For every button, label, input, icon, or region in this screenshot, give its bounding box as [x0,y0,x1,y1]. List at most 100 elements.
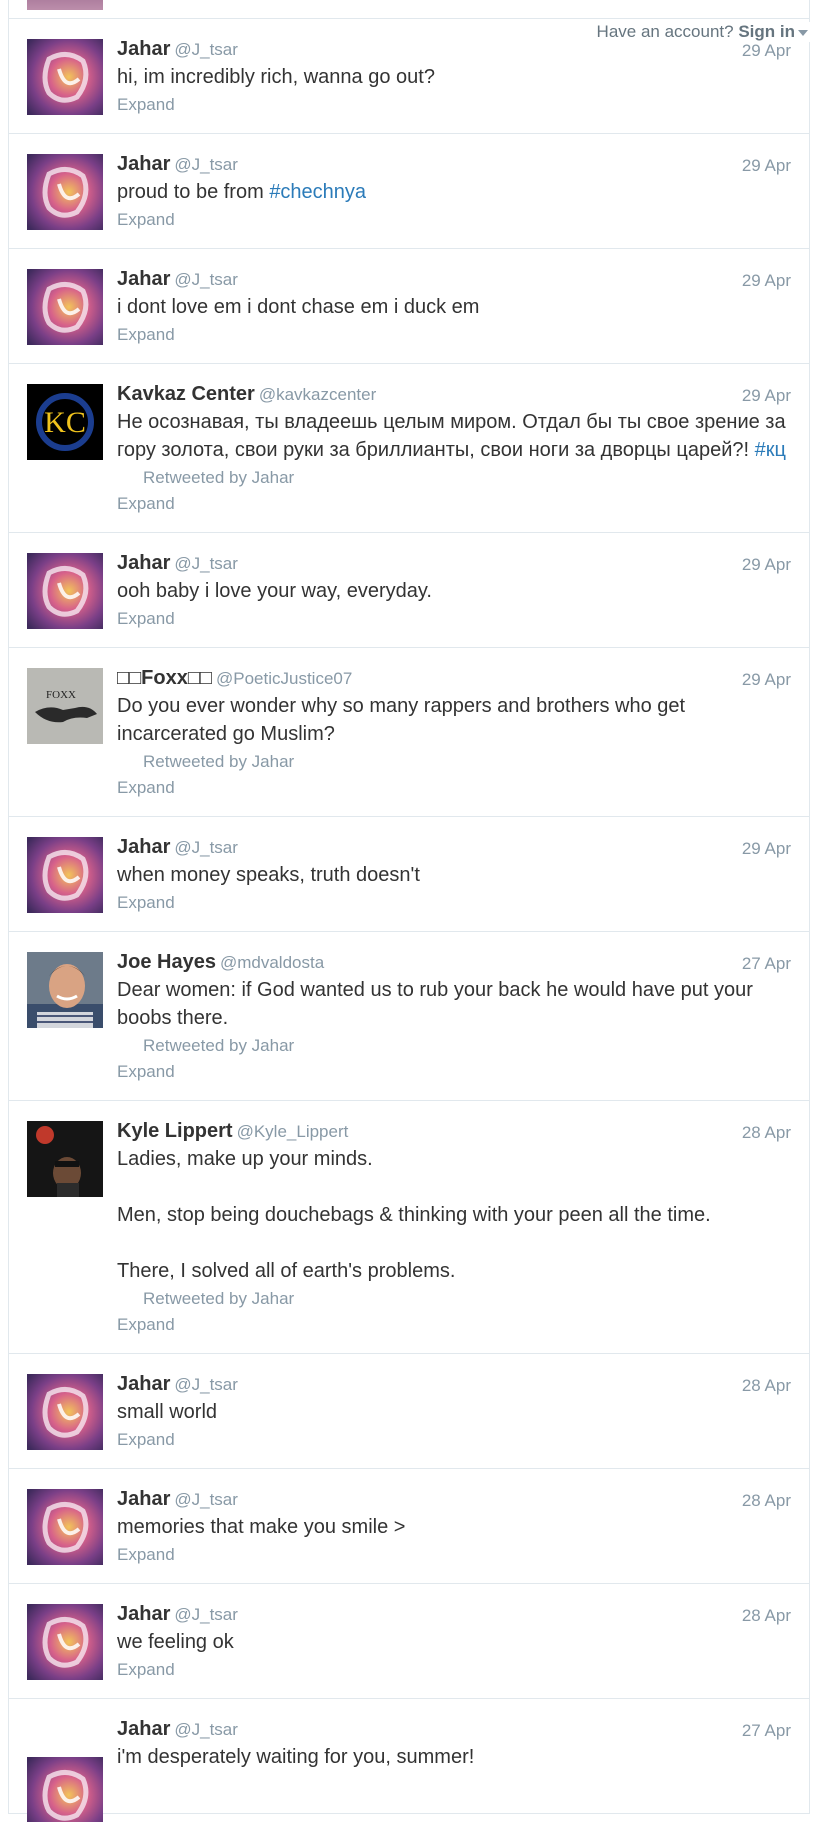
username[interactable]: @J_tsar [174,155,238,174]
tweet-text: memories that make you smile > [117,1516,406,1538]
tweet-text-body: Не осознавая, ты владеешь целым миром. О… [117,411,792,461]
expand-link[interactable]: Expand [117,607,789,631]
fullname[interactable]: Joe Hayes [117,951,216,973]
hashtag-link[interactable]: #кц [755,439,786,461]
username[interactable]: @J_tsar [174,554,238,573]
username[interactable]: @J_tsar [174,1605,238,1624]
tweet-text: ooh baby i love your way, everyday. [117,580,432,602]
retweeted-by: Retweeted by Jahar [143,468,295,487]
tweet-text-body: proud to be from [117,181,270,203]
tweet: 28 Apr Kyle Lippert @Kyle_Lippert Ladies, m… [9,1101,809,1354]
expand-link[interactable]: Expand [117,1060,789,1084]
page: Have an account? Sign in 29 Apr Jahar @J_t… [0,0,818,1822]
tweet-header: □□Foxx□□ @PoeticJustice07 [117,666,789,691]
tweet-text: Do you ever wonder why so many rappers a… [117,695,691,745]
tweet-header: Joe Hayes @mdvaldosta [117,950,789,975]
expand-link[interactable]: Expand [117,208,789,232]
avatar[interactable] [27,1757,103,1822]
tweet-timestamp[interactable]: 29 Apr [742,670,791,690]
tweet-timestamp[interactable]: 28 Apr [742,1376,791,1396]
avatar[interactable] [27,837,103,913]
username[interactable]: @PoeticJustice07 [216,669,352,688]
tweet-text: when money speaks, truth doesn't [117,864,420,886]
expand-link[interactable]: Expand [117,1428,789,1452]
avatar-image [27,553,103,629]
expand-link[interactable]: Expand [117,93,789,117]
tweet-timestamp[interactable]: 27 Apr [742,1721,791,1741]
tweet-timestamp[interactable]: 29 Apr [742,156,791,176]
avatar[interactable] [27,952,103,1028]
sign-in-link[interactable]: Sign in [738,22,795,41]
tweet: 28 Apr Jahar @J_tsarwe feeling ok Expand [9,1584,809,1699]
svg-text:FOXX: FOXX [46,689,76,701]
fullname[interactable]: Kavkaz Center [117,383,255,405]
fullname[interactable]: Jahar [117,1603,170,1625]
fullname[interactable]: Kyle Lippert [117,1120,233,1142]
fullname[interactable]: Jahar [117,268,170,290]
avatar[interactable] [27,553,103,629]
tweet-timestamp[interactable]: 29 Apr [742,386,791,406]
tweet-timestamp[interactable]: 29 Apr [742,271,791,291]
hashtag-link[interactable]: #chechnya [269,181,366,203]
username[interactable]: @Kyle_Lippert [237,1122,349,1141]
avatar[interactable] [27,1374,103,1450]
avatar[interactable] [27,1604,103,1680]
tweet-header: Jahar @J_tsar [117,835,789,860]
avatar[interactable]: FOXX [27,668,103,744]
tweet-text: i dont love em i dont chase em i duck em [117,296,480,318]
expand-link[interactable]: Expand [117,492,789,516]
expand-link[interactable]: Expand [117,1658,789,1682]
tweet-timestamp[interactable]: 29 Apr [742,41,791,61]
fullname[interactable]: Jahar [117,153,170,175]
tweet-text: i'm desperately waiting for you, summer! [117,1746,475,1768]
avatar[interactable] [27,1121,103,1197]
tweet-header: Jahar @J_tsar [117,152,789,177]
svg-text:KC: KC [44,406,86,439]
avatar-image [27,1757,103,1822]
expand-link[interactable]: Expand [117,1543,789,1567]
fullname[interactable]: Jahar [117,38,170,60]
avatar[interactable] [27,154,103,230]
tweet-text: Dear women: if God wanted us to rub your… [117,979,759,1029]
have-account-text: Have an account? [596,22,734,41]
tweet: 29 Apr Jahar @J_tsar when money speaks, tru… [9,817,809,932]
username[interactable]: @mdvaldosta [220,953,324,972]
tweet-timestamp[interactable]: 28 Apr [742,1123,791,1143]
expand-link[interactable]: Expand [117,776,789,800]
fullname[interactable]: Jahar [117,1488,170,1510]
tweet-timestamp[interactable]: 27 Apr [742,954,791,974]
avatar-image: KC [27,384,103,460]
fullname[interactable]: Jahar [117,1373,170,1395]
username[interactable]: @J_tsar [174,40,238,59]
username[interactable]: @kavkazcenter [259,385,376,404]
username[interactable]: @J_tsar [174,270,238,289]
tweet: FOXX 29 Apr □□Foxx□□ @PoeticJustice07 Do you… [9,648,809,817]
tweet-timestamp[interactable]: 29 Apr [742,839,791,859]
fullname[interactable]: Jahar [117,836,170,858]
username[interactable]: @J_tsar [174,1720,238,1739]
tweet-text: we feeling ok [117,1631,234,1653]
expand-link[interactable]: Expand [117,1313,789,1337]
username[interactable]: @J_tsar [174,1490,238,1509]
fullname[interactable]: □□Foxx□□ [117,667,212,689]
chevron-down-icon[interactable] [798,29,808,36]
previous-tweet-stub [9,0,809,19]
avatar-image [27,1374,103,1450]
tweet-timestamp[interactable]: 29 Apr [742,555,791,575]
avatar[interactable] [27,39,103,115]
username[interactable]: @J_tsar [174,1375,238,1394]
tweet-header: Kavkaz Center @kavkazcenter [117,382,789,407]
avatar-image [27,1121,103,1197]
tweet: 29 Apr Jahar @J_tsarooh baby i love your w… [9,533,809,648]
expand-link[interactable]: Expand [117,323,789,347]
fullname[interactable]: Jahar [117,552,170,574]
fullname[interactable]: Jahar [117,1718,170,1740]
avatar[interactable]: KC [27,384,103,460]
tweet-timestamp[interactable]: 28 Apr [742,1491,791,1511]
avatar[interactable] [27,1489,103,1565]
avatar[interactable] [27,269,103,345]
tweet-timestamp[interactable]: 28 Apr [742,1606,791,1626]
tweet: 29 Apr Jahar @J_tsar proud to be from #chec… [9,134,809,249]
username[interactable]: @J_tsar [174,838,238,857]
expand-link[interactable]: Expand [117,891,789,915]
